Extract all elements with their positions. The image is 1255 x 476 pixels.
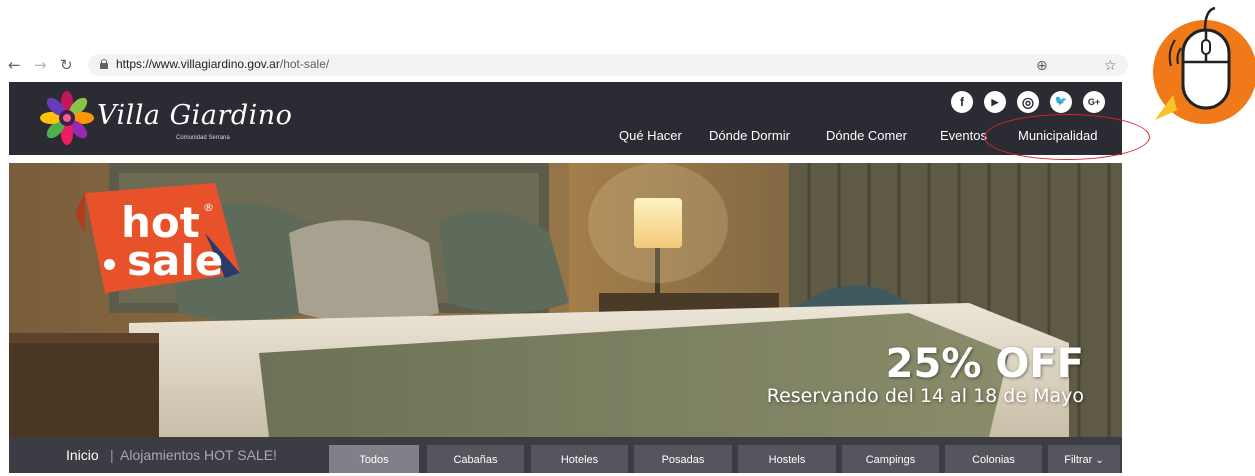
annotation-highlight-ellipse (984, 114, 1150, 160)
mouse-click-annotation-icon (1153, 6, 1255, 124)
twitter-icon[interactable]: 🐦 (1050, 91, 1072, 113)
logo-subtitle: Comunidad Serrana (176, 135, 230, 141)
url-text: https://www.villagiardino.gov.ar/hot-sal… (116, 57, 329, 71)
filter-tab-filtrar-label: Filtrar (1064, 454, 1093, 466)
menu-donde-dormir[interactable]: Dónde Dormir (709, 128, 790, 143)
filter-tab-filtrar[interactable]: Filtrar ⌄ (1048, 445, 1120, 473)
logo-flower-icon[interactable] (39, 90, 95, 146)
hero-dates: Reservando del 14 al 18 de Mayo (766, 385, 1084, 407)
instagram-icon[interactable]: ◎ (1017, 91, 1039, 113)
filter-tab-campings[interactable]: Campings (842, 445, 939, 473)
filter-tab-todos[interactable]: Todos (329, 445, 419, 473)
site-header: Villa Giardino Comunidad Serrana f ▶ ◎ 🐦… (9, 82, 1122, 155)
menu-donde-comer[interactable]: Dónde Comer (826, 128, 907, 143)
hero-discount: 25% OFF (885, 341, 1084, 387)
back-arrow-icon[interactable]: ← (8, 55, 21, 75)
chevron-down-icon: ⌄ (1095, 455, 1104, 466)
browser-toolbar: ← → ↻ https://www.villagiardino.gov.ar/h… (0, 52, 1130, 80)
hot-sale-dot-icon (104, 259, 115, 270)
menu-que-hacer[interactable]: Qué Hacer (619, 128, 682, 143)
hot-sale-word-sale: sale (127, 236, 224, 285)
filter-tab-cabanas[interactable]: Cabañas (427, 445, 524, 473)
url-host: https://www.villagiardino.gov.ar (116, 57, 280, 71)
logo-title[interactable]: Villa Giardino (97, 100, 292, 131)
filter-tab-colonias[interactable]: Colonias (945, 445, 1042, 473)
google-plus-icon[interactable]: G+ (1083, 91, 1105, 113)
breadcrumb-home[interactable]: Inicio (66, 447, 99, 463)
address-bar[interactable]: https://www.villagiardino.gov.ar/hot-sal… (88, 54, 1128, 76)
filter-bar: Inicio | Alojamientos HOT SALE! Todos Ca… (9, 437, 1122, 473)
youtube-icon[interactable]: ▶ (984, 91, 1006, 113)
hero-banner[interactable]: hot ® sale 25% OFF Reservando del 14 al … (9, 163, 1122, 437)
url-path: /hot-sale/ (279, 57, 330, 71)
breadcrumb-current: Alojamientos HOT SALE! (120, 447, 277, 463)
zoom-icon[interactable]: ⊕ (1036, 57, 1048, 75)
breadcrumb-separator: | (110, 447, 114, 463)
filter-tab-hoteles[interactable]: Hoteles (531, 445, 628, 473)
hot-sale-registered-mark: ® (203, 201, 214, 214)
filter-tab-posadas[interactable]: Posadas (634, 445, 732, 473)
forward-arrow-icon[interactable]: → (34, 55, 47, 75)
facebook-icon[interactable]: f (951, 91, 973, 113)
menu-eventos[interactable]: Eventos (940, 128, 987, 143)
bookmark-star-icon[interactable]: ☆ (1104, 57, 1117, 75)
lock-icon (100, 59, 108, 69)
filter-tab-hostels[interactable]: Hostels (738, 445, 836, 473)
reload-icon[interactable]: ↻ (60, 55, 73, 75)
